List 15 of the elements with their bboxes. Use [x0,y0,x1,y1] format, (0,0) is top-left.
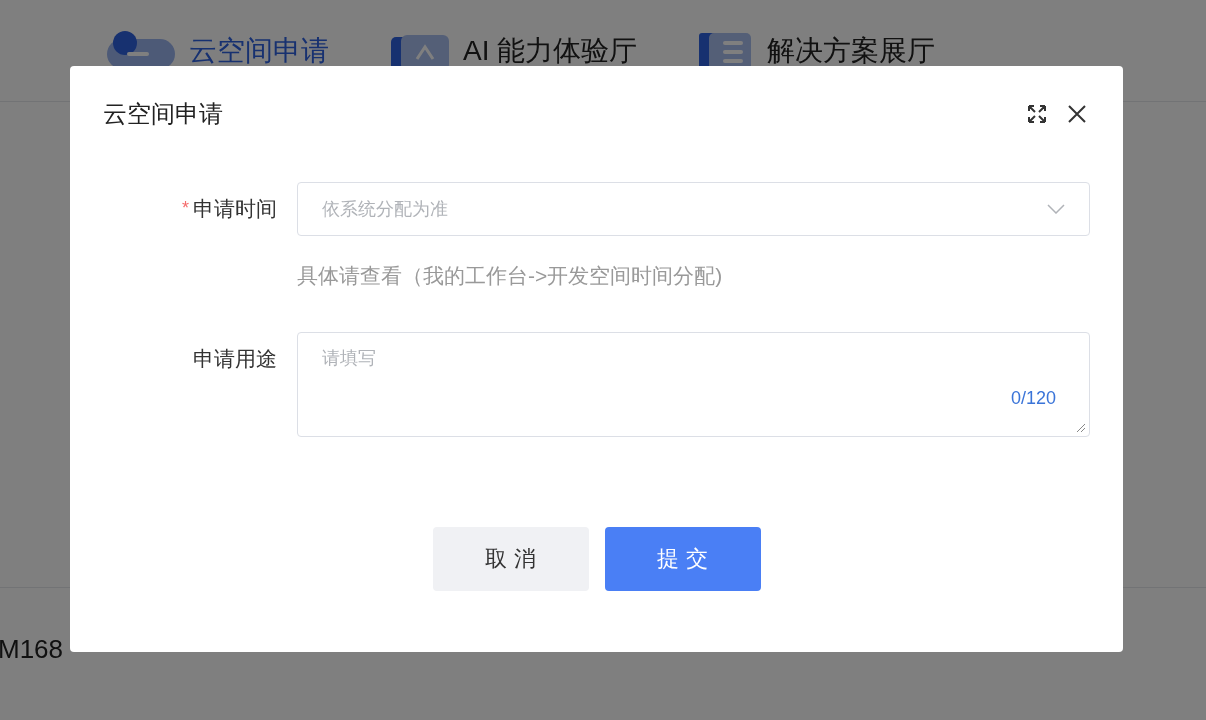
resize-handle-icon[interactable] [1076,422,1086,433]
close-icon[interactable] [1067,104,1087,124]
chevron-down-icon [1047,204,1065,214]
description-text: M168 [0,633,65,666]
field-label: 申请时间 [193,196,277,222]
purpose-textarea[interactable]: 请填写 0/120 [297,331,1090,437]
fullscreen-icon[interactable] [1027,104,1047,124]
submit-button[interactable]: 提 交 [604,526,761,591]
required-mark: * [182,197,189,221]
field-hint: 具体请查看（我的工作台->开发空间时间分配) [297,263,724,289]
char-counter: 0/120 [1010,386,1056,410]
nav-tab[interactable]: 云空间申请 [105,29,329,73]
field-label: 申请用途 [193,345,277,372]
cancel-button[interactable]: 取 消 [432,526,589,591]
dialog-title: 云空间申请 [103,99,223,129]
